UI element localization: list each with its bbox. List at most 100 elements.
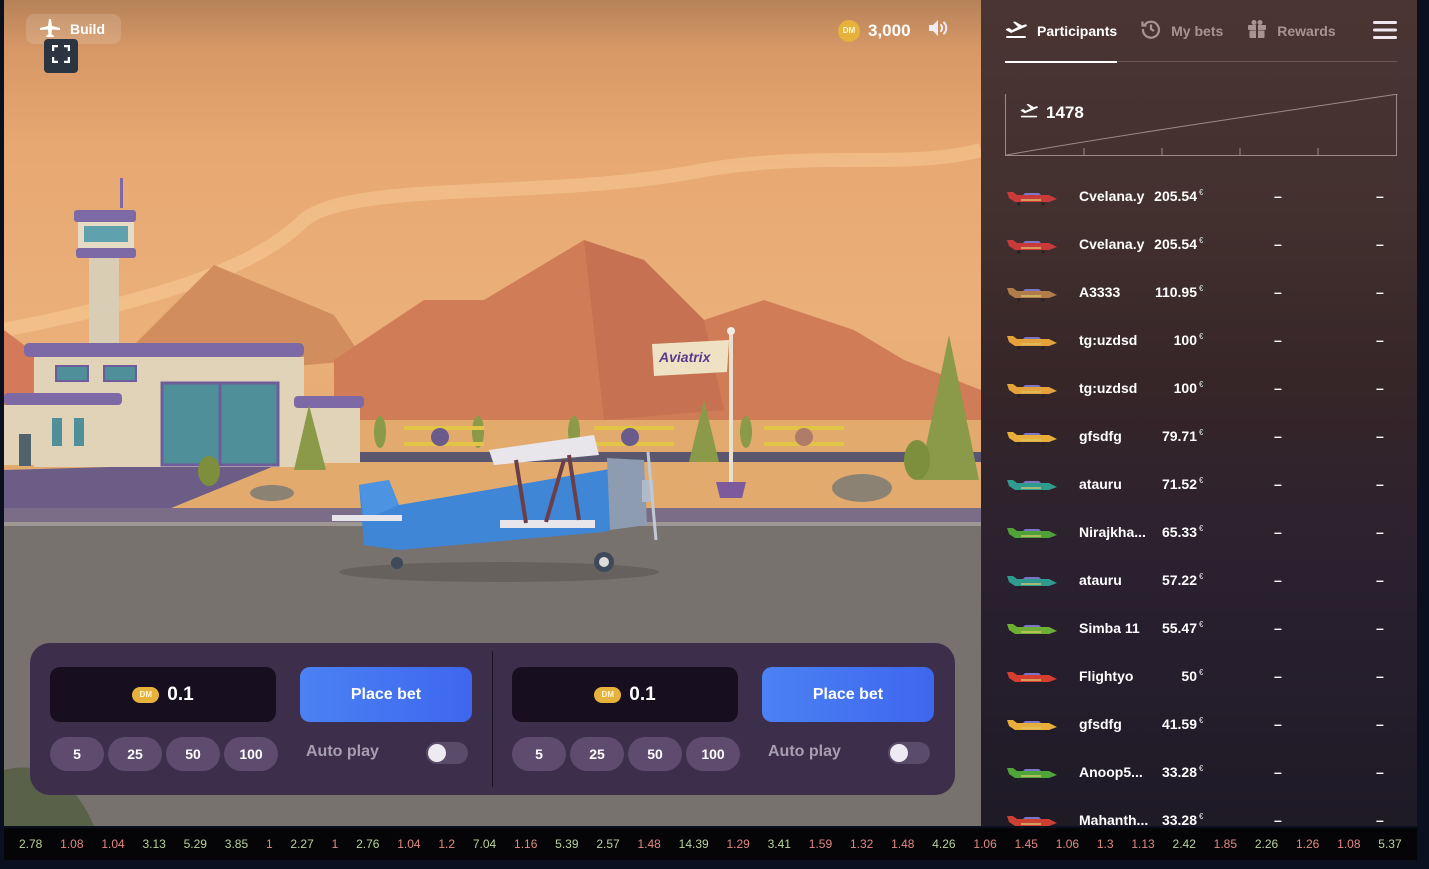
history-multiplier[interactable]: 4.26 — [932, 837, 955, 851]
tab-rewards[interactable]: Rewards — [1247, 0, 1336, 62]
history-multiplier[interactable]: 1.48 — [637, 837, 660, 851]
history-multiplier[interactable]: 1.04 — [397, 837, 420, 851]
participant-win: – — [1376, 380, 1384, 396]
history-icon — [1141, 19, 1161, 42]
chip-50[interactable]: 50 — [166, 737, 220, 771]
participant-plane-icon — [1007, 288, 1057, 302]
history-multiplier[interactable]: 1.08 — [1337, 837, 1360, 851]
history-multiplier[interactable]: 1.08 — [60, 837, 83, 851]
history-multiplier[interactable]: 1.3 — [1097, 837, 1114, 851]
participant-bet-amount: 110.95 — [1154, 284, 1197, 300]
build-label: Build — [70, 21, 105, 37]
history-multiplier[interactable]: 1.04 — [101, 837, 124, 851]
tab-participants[interactable]: Participants — [1005, 0, 1118, 63]
participant-win: – — [1376, 716, 1384, 732]
participants-count: 1478 — [1020, 102, 1084, 123]
hamburger-menu-icon[interactable] — [1373, 20, 1397, 45]
coin-icon: DM — [132, 686, 160, 703]
bet-slot-1: DM 0.1 Place bet 5 25 50 100 Auto play — [30, 643, 493, 795]
history-multiplier[interactable]: 1.45 — [1015, 837, 1038, 851]
participant-name: atauru — [1079, 476, 1122, 492]
currency-symbol: € — [1199, 812, 1204, 821]
plane-takeoff-icon — [1020, 102, 1038, 123]
currency-symbol: € — [1199, 428, 1204, 437]
history-multiplier[interactable]: 1.13 — [1131, 837, 1154, 851]
history-multiplier[interactable]: 2.57 — [596, 837, 619, 851]
bet-amount-input[interactable]: DM 0.1 — [512, 667, 738, 722]
chip-100[interactable]: 100 — [224, 737, 278, 771]
bet-amount-input[interactable]: DM 0.1 — [50, 667, 276, 722]
auto-play-toggle[interactable] — [888, 742, 930, 764]
history-multiplier[interactable]: 1.48 — [891, 837, 914, 851]
participant-row: gfsdfg 41.59 € – – — [1001, 700, 1397, 748]
sound-icon[interactable] — [927, 18, 951, 43]
taxiway — [359, 452, 981, 462]
history-multiplier[interactable]: 1.2 — [438, 837, 455, 851]
participant-name: Anoop5... — [1079, 764, 1143, 780]
chip-50[interactable]: 50 — [628, 737, 682, 771]
history-multiplier[interactable]: 1.06 — [973, 837, 996, 851]
history-multiplier[interactable]: 3.41 — [768, 837, 791, 851]
history-multiplier[interactable]: 3.85 — [225, 837, 248, 851]
history-multiplier[interactable]: 1.06 — [1056, 837, 1079, 851]
history-multiplier[interactable]: 5.37 — [1378, 837, 1401, 851]
sidebar: Participants My bets Rewards 1478 Cvelan… — [981, 0, 1417, 826]
bet-panel: DM 0.1 Place bet 5 25 50 100 Auto play D… — [30, 643, 955, 795]
participant-row: Anoop5... 33.28 € – – — [1001, 748, 1397, 796]
history-multiplier[interactable]: 2.78 — [19, 837, 42, 851]
history-multiplier[interactable]: 1 — [266, 837, 273, 851]
history-multiplier[interactable]: 3.13 — [142, 837, 165, 851]
participant-win: – — [1376, 188, 1384, 204]
participant-multiplier: – — [1274, 524, 1282, 540]
fullscreen-button[interactable] — [44, 39, 78, 73]
history-multiplier[interactable]: 14.39 — [679, 837, 709, 851]
history-multiplier[interactable]: 1.16 — [514, 837, 537, 851]
currency-symbol: € — [1199, 764, 1204, 773]
game-area: Aviatrix Build DM 3,000 DM 0.1 Place bet… — [4, 0, 981, 826]
history-multiplier[interactable]: 5.39 — [555, 837, 578, 851]
participant-win: – — [1376, 476, 1384, 492]
history-multiplier[interactable]: 1.32 — [850, 837, 873, 851]
history-multiplier[interactable]: 2.76 — [356, 837, 379, 851]
chip-25[interactable]: 25 — [570, 737, 624, 771]
toggle-knob — [428, 744, 446, 762]
participant-plane-icon — [1007, 432, 1057, 446]
participant-bet-amount: 100 — [1173, 380, 1197, 396]
participant-name: Cvelana.y — [1079, 188, 1145, 204]
participant-plane-icon — [1007, 240, 1057, 254]
chip-25[interactable]: 25 — [108, 737, 162, 771]
participant-win: – — [1376, 284, 1384, 300]
tab-label: My bets — [1171, 22, 1224, 39]
place-bet-button[interactable]: Place bet — [300, 667, 472, 722]
participant-name: Cvelana.y — [1079, 236, 1145, 252]
history-multiplier[interactable]: 2.27 — [290, 837, 313, 851]
participant-name: tg:uzdsd — [1079, 332, 1138, 348]
history-multiplier[interactable]: 1.26 — [1296, 837, 1319, 851]
participant-multiplier: – — [1274, 476, 1282, 492]
history-multiplier[interactable]: 2.42 — [1173, 837, 1196, 851]
participant-multiplier: – — [1274, 812, 1282, 826]
participant-bet-amount: 65.33 — [1161, 524, 1197, 540]
auto-play-label: Auto play — [768, 743, 841, 760]
participant-row: tg:uzdsd 100 € – – — [1001, 364, 1397, 412]
participant-row: Cvelana.y 205.54 € – – — [1001, 220, 1397, 268]
tab-my-bets[interactable]: My bets — [1141, 0, 1223, 62]
place-bet-button[interactable]: Place bet — [762, 667, 934, 722]
airplane-icon — [40, 18, 60, 40]
chip-5[interactable]: 5 — [50, 737, 104, 771]
auto-play-label: Auto play — [306, 743, 379, 760]
history-multiplier[interactable]: 5.29 — [184, 837, 207, 851]
participant-win: – — [1376, 428, 1384, 444]
history-multiplier[interactable]: 1.59 — [809, 837, 832, 851]
participant-bet-amount: 57.22 — [1161, 572, 1197, 588]
history-multiplier[interactable]: 7.04 — [473, 837, 496, 851]
history-multiplier[interactable]: 1.29 — [726, 837, 749, 851]
history-multiplier[interactable]: 1 — [332, 837, 339, 851]
participant-row: gfsdfg 79.71 € – – — [1001, 412, 1397, 460]
chip-5[interactable]: 5 — [512, 737, 566, 771]
history-multiplier[interactable]: 2.26 — [1255, 837, 1278, 851]
chip-100[interactable]: 100 — [686, 737, 740, 771]
participant-plane-icon — [1007, 192, 1057, 206]
history-multiplier[interactable]: 1.85 — [1214, 837, 1237, 851]
auto-play-toggle[interactable] — [426, 742, 468, 764]
